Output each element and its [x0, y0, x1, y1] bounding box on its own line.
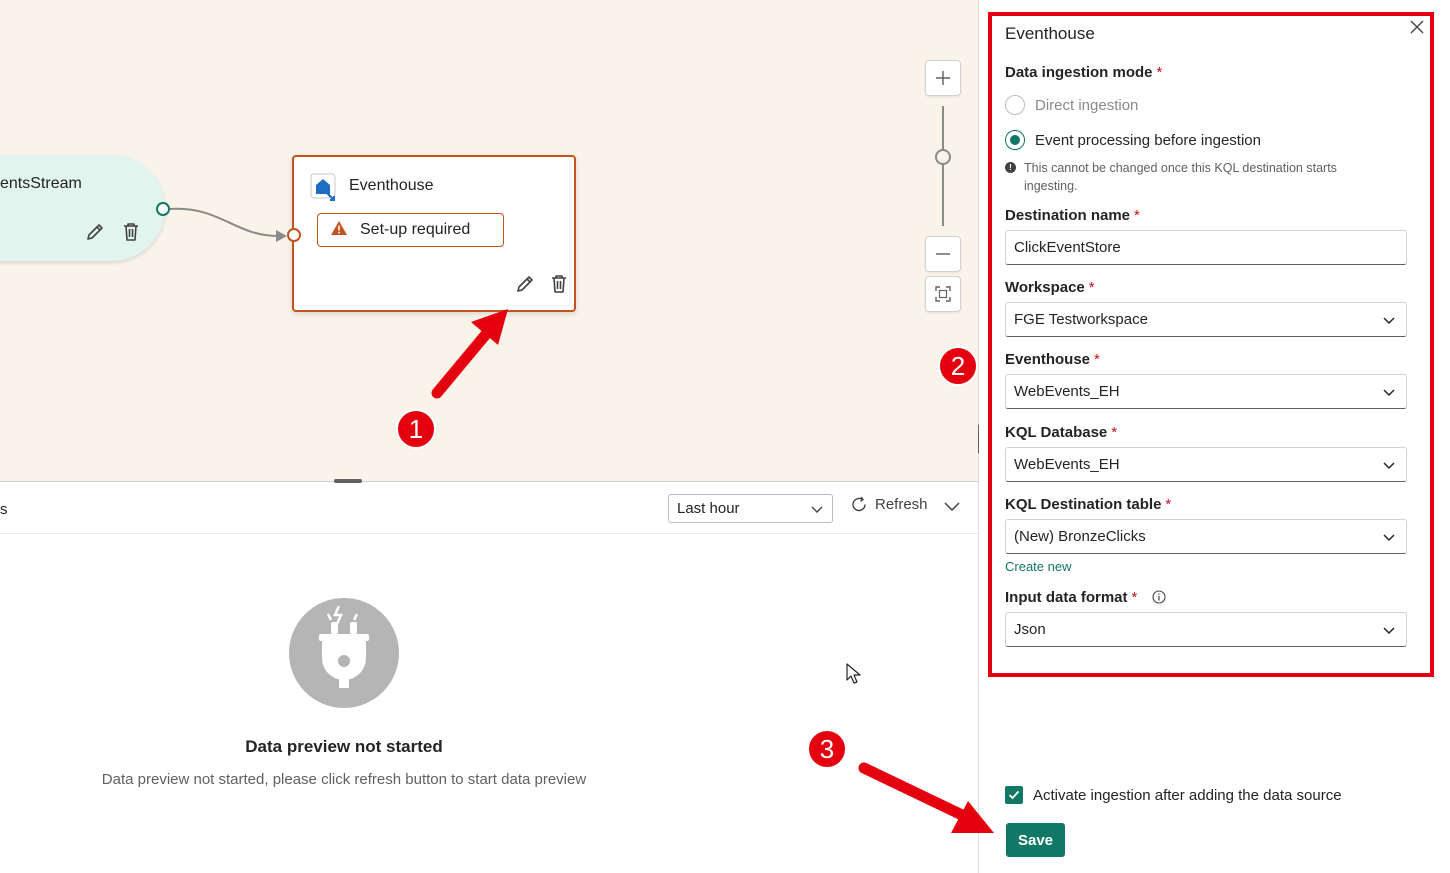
save-button[interactable]: Save: [1006, 823, 1065, 857]
kql-table-dropdown[interactable]: (New) BronzeClicks: [1005, 519, 1407, 554]
minus-icon: [936, 253, 950, 255]
activate-ingestion-checkbox[interactable]: Activate ingestion after adding the data…: [1005, 786, 1342, 804]
workspace-label: Workspace *: [1005, 279, 1095, 296]
radio-label: Direct ingestion: [1035, 96, 1139, 114]
kql-database-label: KQL Database *: [1005, 424, 1118, 441]
destination-name-label: Destination name *: [1005, 207, 1140, 224]
callout-number-3: 3: [807, 729, 847, 769]
empty-state-title: Data preview not started: [245, 737, 443, 756]
eventhouse-label: Eventhouse *: [1005, 351, 1100, 368]
radio-circle: [1005, 130, 1025, 150]
zoom-in-button[interactable]: [925, 60, 961, 96]
radio-event-processing[interactable]: Event processing before ingestion: [1005, 130, 1261, 150]
time-range-select[interactable]: Last hour: [668, 494, 833, 523]
setup-required-label: Set-up required: [360, 221, 471, 238]
fit-screen-icon: [935, 286, 951, 302]
preview-tab-label[interactable]: s: [0, 501, 8, 518]
time-range-value: Last hour: [677, 500, 740, 517]
setup-required-badge: Set-up required: [317, 213, 504, 247]
chevron-down-icon: [1383, 461, 1395, 469]
activate-ingestion-label: Activate ingestion after adding the data…: [1033, 786, 1342, 804]
panel-title: Eventhouse: [1005, 24, 1095, 43]
checkbox-checked: [1005, 786, 1023, 804]
radio-circle: [1005, 95, 1025, 115]
radio-label: Event processing before ingestion: [1035, 131, 1261, 149]
info-icon[interactable]: [1151, 590, 1166, 608]
ingestion-mode-label: Data ingestion mode *: [1005, 64, 1163, 81]
app-root: entsStream Eventhouse Set-up required s …: [0, 0, 1450, 873]
chevron-down-icon: [1383, 626, 1395, 634]
annotation-arrow-3: [858, 762, 994, 833]
kql-table-value: (New) BronzeClicks: [1014, 528, 1146, 545]
plug-illustration: [289, 598, 399, 708]
workspace-value: FGE Testworkspace: [1014, 311, 1148, 328]
input-port[interactable]: [287, 228, 301, 242]
refresh-label: Refresh: [875, 496, 928, 513]
preview-toolbar: s Last hour Refresh: [0, 482, 978, 534]
trash-icon[interactable]: [548, 273, 570, 300]
callout-number-1: 1: [396, 409, 436, 449]
eventhouse-icon: [310, 173, 338, 206]
plus-icon: [936, 71, 950, 85]
zoom-slider-track[interactable]: [942, 106, 944, 226]
pencil-icon[interactable]: [514, 273, 536, 300]
info-filled-icon: !: [1005, 162, 1016, 173]
collapse-chevron-icon[interactable]: [942, 498, 962, 519]
input-format-label: Input data format *: [1005, 589, 1166, 608]
destination-node[interactable]: Eventhouse Set-up required: [292, 155, 576, 312]
zoom-slider-thumb[interactable]: [935, 149, 951, 165]
callout-number-2: 2: [938, 346, 978, 386]
chevron-down-icon: [1383, 316, 1395, 324]
workspace-dropdown[interactable]: FGE Testworkspace: [1005, 302, 1407, 337]
refresh-icon: [852, 496, 866, 512]
checkmark-icon: [1008, 790, 1020, 800]
create-new-link[interactable]: Create new: [1005, 559, 1071, 574]
destination-name-input[interactable]: ClickEventStore: [1005, 230, 1407, 265]
fit-to-screen-button[interactable]: [925, 276, 961, 312]
chevron-down-icon: [811, 506, 823, 513]
destination-node-title: Eventhouse: [349, 177, 434, 194]
mouse-cursor-icon: [846, 663, 862, 690]
eventstream-canvas[interactable]: entsStream Eventhouse Set-up required: [0, 0, 978, 481]
close-icon[interactable]: [1409, 19, 1425, 40]
input-format-value: Json: [1014, 621, 1046, 638]
kql-database-dropdown[interactable]: WebEvents_EH: [1005, 447, 1407, 482]
note-text: This cannot be changed once this KQL des…: [1024, 161, 1337, 193]
warning-icon: [330, 220, 348, 241]
ingestion-mode-note: ! This cannot be changed once this KQL d…: [1005, 159, 1365, 195]
refresh-button[interactable]: Refresh: [850, 495, 928, 514]
eventhouse-value: WebEvents_EH: [1014, 383, 1120, 400]
chevron-down-icon: [1383, 533, 1395, 541]
zoom-out-button[interactable]: [925, 236, 961, 272]
empty-state-description: Data preview not started, please click r…: [101, 771, 587, 788]
kql-table-label: KQL Destination table *: [1005, 496, 1172, 513]
eventhouse-dropdown[interactable]: WebEvents_EH: [1005, 374, 1407, 409]
chevron-down-icon: [1383, 388, 1395, 396]
radio-direct-ingestion[interactable]: Direct ingestion: [1005, 95, 1138, 115]
destination-name-value: ClickEventStore: [1014, 239, 1121, 256]
input-format-dropdown[interactable]: Json: [1005, 612, 1407, 647]
kql-database-value: WebEvents_EH: [1014, 456, 1120, 473]
